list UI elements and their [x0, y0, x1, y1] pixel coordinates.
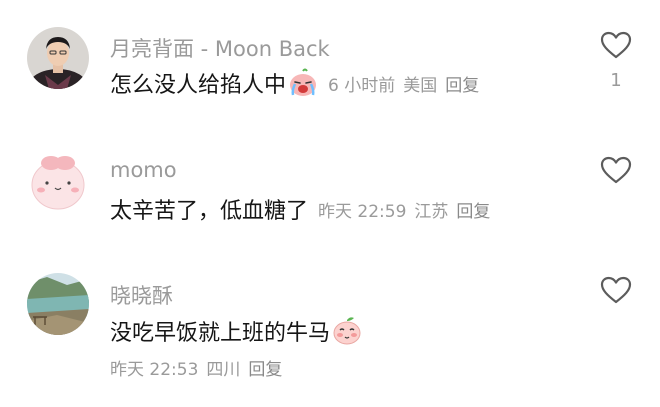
comment-content-line: 没吃早饭就上班的牛马 [110, 315, 366, 347]
avatar[interactable] [27, 273, 89, 335]
peach-blush-emoji [332, 316, 362, 346]
heart-outline-icon[interactable] [599, 275, 633, 305]
crying-face-emoji [288, 68, 318, 98]
comment-location: 四川 [206, 360, 241, 380]
comment-time: 6 小时前 [328, 75, 396, 96]
reply-button[interactable]: 回复 [445, 71, 479, 96]
comment-meta-line: 昨天 22:53 四川 回复 [110, 355, 282, 380]
avatar[interactable] [27, 27, 89, 89]
comment-text: 怎么没人给掐人中 [110, 73, 287, 98]
comment-content-line: 太辛苦了，低血糖了 昨天 22:59 江苏 回复 [110, 193, 490, 225]
avatar-lake-landscape [27, 273, 89, 335]
comment-username[interactable]: 晓晓酥 [110, 280, 173, 310]
comment-content-line: 怎么没人给掐人中 6 小时前 美国 回复 [110, 67, 479, 99]
like-count: 1 [610, 70, 622, 91]
comment-time: 昨天 22:59 [318, 201, 407, 222]
avatar-cartoon-peach [27, 152, 89, 214]
comment-time: 昨天 22:53 [110, 360, 199, 380]
comment-text: 没吃早饭就上班的牛马 [110, 321, 331, 346]
avatar[interactable] [27, 152, 89, 214]
reply-button[interactable]: 回复 [456, 197, 490, 222]
reply-button[interactable]: 回复 [248, 355, 282, 380]
comment-username[interactable]: momo [110, 158, 177, 182]
avatar-man-photo [27, 27, 89, 89]
comment-text: 太辛苦了，低血糖了 [110, 199, 309, 224]
comment-username[interactable]: 月亮背面 - Moon Back [110, 33, 330, 63]
comment-location: 江苏 [414, 201, 449, 222]
heart-outline-icon[interactable] [599, 155, 633, 185]
heart-outline-icon[interactable] [599, 30, 633, 60]
comment-location: 美国 [403, 75, 438, 96]
